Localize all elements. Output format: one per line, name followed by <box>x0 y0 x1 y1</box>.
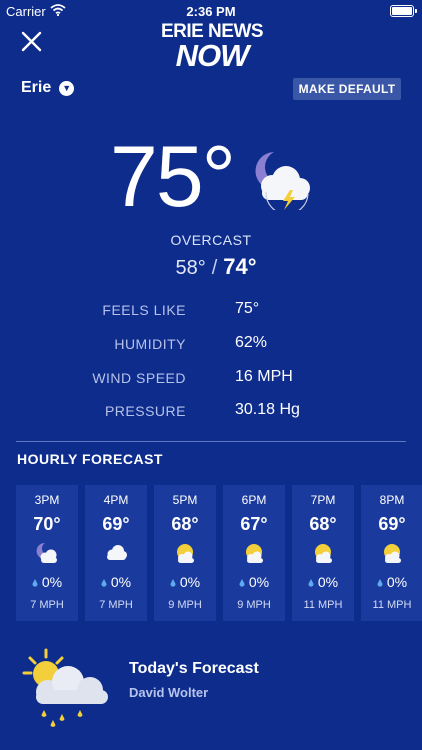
hour-temp: 68° <box>171 514 199 534</box>
sun-cloud-rain-icon <box>22 648 112 728</box>
detail-label: WIND SPEED <box>92 370 186 386</box>
hour-wind: 7 MPH <box>99 599 133 611</box>
detail-row-pressure: PRESSURE 30.18 Hg <box>0 400 422 422</box>
hour-temp: 67° <box>240 514 268 534</box>
hour-temp: 69° <box>102 514 130 534</box>
raindrop-icon <box>239 579 245 587</box>
brand-logo: ERIE NEWS NOW <box>160 22 264 71</box>
current-temperature: 75° <box>110 129 236 225</box>
hour-wind: 9 MPH <box>168 599 202 611</box>
precip-value: 0% <box>110 574 132 590</box>
detail-label: FEELS LIKE <box>102 302 186 318</box>
hour-time: 6PM <box>241 493 267 507</box>
hour-precip: 0% <box>292 574 354 590</box>
hourly-card-6pm[interactable]: 6PM 67° 0% 9 MPH <box>223 485 285 621</box>
precip-value: 0% <box>317 574 339 590</box>
status-time: 2:36 PM <box>186 4 236 19</box>
raindrop-icon <box>308 579 314 587</box>
hour-time: 4PM <box>103 493 129 507</box>
raindrop-icon <box>32 579 38 587</box>
hour-wind: 11 MPH <box>372 599 412 611</box>
detail-row-wind-speed: WIND SPEED 16 MPH <box>0 367 422 389</box>
hour-wind: 7 MPH <box>30 599 64 611</box>
moon-cloud-icon <box>35 542 59 564</box>
status-bar: Carrier 2:36 PM <box>0 0 422 22</box>
hour-precip: 0% <box>223 574 285 590</box>
todays-forecast-title[interactable]: Today's Forecast <box>129 660 259 678</box>
detail-value: 62% <box>235 334 268 351</box>
close-button[interactable] <box>20 30 44 54</box>
hour-time: 8PM <box>379 493 405 507</box>
detail-row-humidity: HUMIDITY 62% <box>0 333 422 355</box>
low-temp: 58° <box>175 257 206 279</box>
hour-time: 7PM <box>310 493 336 507</box>
hourly-card-4pm[interactable]: 4PM 69° 0% 7 MPH <box>85 485 147 621</box>
sun-cloud-icon <box>380 542 404 564</box>
high-low-separator: / <box>211 257 218 279</box>
battery-icon <box>390 5 417 17</box>
hour-time: 3PM <box>34 493 60 507</box>
detail-label: HUMIDITY <box>114 336 186 352</box>
high-temp: 74° <box>223 254 257 279</box>
hourly-card-7pm[interactable]: 7PM 68° 0% 11 MPH <box>292 485 354 621</box>
high-low-temps: 58°/74° <box>0 254 422 280</box>
condition-text: OVERCAST <box>170 232 252 248</box>
city-selector[interactable]: Erie ▼ <box>21 79 75 97</box>
hour-precip: 0% <box>361 574 422 590</box>
moon-cloud-lightning-icon <box>244 148 312 215</box>
detail-label: PRESSURE <box>104 403 186 419</box>
sun-cloud-icon <box>173 542 197 564</box>
hourly-card-3pm[interactable]: 3PM 70° 0% 7 MPH <box>16 485 78 621</box>
hour-wind: 9 MPH <box>237 599 271 611</box>
forecast-author: David Wolter <box>129 685 209 700</box>
detail-row-feels-like: FEELS LIKE 75° <box>0 299 422 321</box>
detail-value: 30.18 Hg <box>235 401 300 418</box>
precip-value: 0% <box>386 574 408 590</box>
detail-value: 75° <box>235 300 260 317</box>
precip-value: 0% <box>41 574 63 590</box>
raindrop-icon <box>170 579 176 587</box>
hour-precip: 0% <box>154 574 216 590</box>
hour-precip: 0% <box>85 574 147 590</box>
precip-value: 0% <box>248 574 270 590</box>
hour-time: 5PM <box>172 493 198 507</box>
sun-cloud-icon <box>242 542 266 564</box>
close-icon <box>21 31 42 52</box>
hour-temp: 69° <box>378 514 406 534</box>
hour-wind: 11 MPH <box>303 599 343 611</box>
hour-temp: 68° <box>309 514 337 534</box>
logo-line-2: NOW <box>175 38 250 73</box>
hourly-card-8pm[interactable]: 8PM 69° 0% 11 MPH <box>361 485 422 621</box>
raindrop-icon <box>101 579 107 587</box>
raindrop-icon <box>377 579 383 587</box>
section-divider <box>16 441 406 442</box>
make-default-button[interactable]: MAKE DEFAULT <box>293 78 401 100</box>
cloud-icon <box>104 542 128 564</box>
hourly-card-5pm[interactable]: 5PM 68° 0% 9 MPH <box>154 485 216 621</box>
city-name: Erie <box>21 79 52 96</box>
hour-temp: 70° <box>33 514 61 534</box>
hour-precip: 0% <box>16 574 78 590</box>
precip-value: 0% <box>179 574 201 590</box>
sun-cloud-icon <box>311 542 335 564</box>
hourly-forecast-title: HOURLY FORECAST <box>17 451 163 467</box>
detail-value: 16 MPH <box>235 368 293 385</box>
chevron-down-icon: ▼ <box>59 80 75 96</box>
